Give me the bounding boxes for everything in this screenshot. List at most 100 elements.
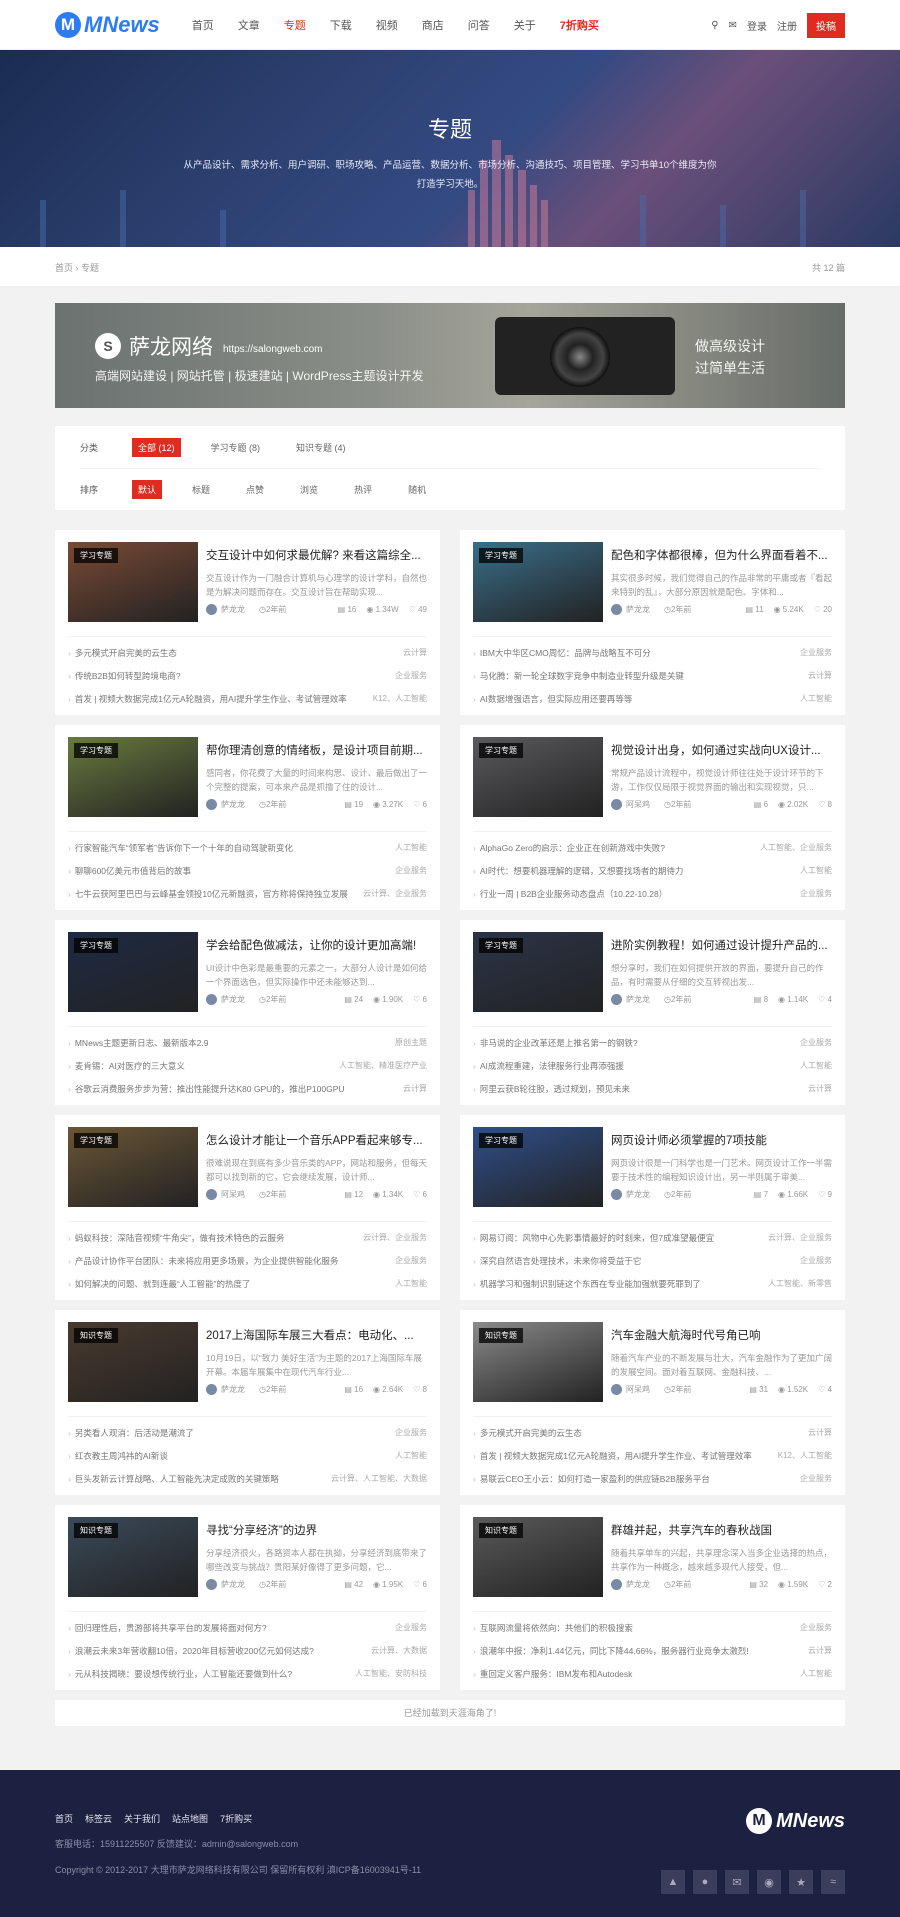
list-item-category[interactable]: 企业服务	[395, 1255, 427, 1266]
breadcrumb[interactable]: 首页 › 专题	[55, 261, 99, 274]
list-item[interactable]: 传统B2B如何转型跨境电商? 企业服务	[68, 664, 427, 687]
card-thumbnail[interactable]: 知识专题	[473, 1322, 603, 1402]
list-item-title[interactable]: 聊聊600亿美元市值背后的故事	[68, 865, 191, 877]
list-item-category[interactable]: 企业服务	[800, 1255, 832, 1266]
nav-topics[interactable]: 专题	[272, 17, 318, 33]
list-item[interactable]: 非马说的企业改革还是上推名第一的钢铁? 企业服务	[473, 1031, 832, 1054]
cat-knowledge[interactable]: 知识专题 (4)	[290, 438, 352, 457]
list-item-category[interactable]: 人工智能	[800, 865, 832, 876]
list-item-category[interactable]: 云计算、企业服务	[768, 1232, 832, 1243]
card-author[interactable]: 萨龙龙	[626, 994, 650, 1005]
card-title[interactable]: 学会给配色做减法，让你的设计更加高端!	[206, 937, 427, 953]
card-thumbnail[interactable]: 学习专题	[473, 737, 603, 817]
list-item-title[interactable]: 另类看人观消：后活动是潮流了	[68, 1427, 194, 1439]
list-item[interactable]: AI成流程重建，法律服务行业再添强援 人工智能	[473, 1054, 832, 1077]
nav-articles[interactable]: 文章	[226, 17, 272, 33]
list-item[interactable]: 麦肯锡：AI对医疗的三大意义 人工智能、精准医疗产业	[68, 1054, 427, 1077]
list-item-title[interactable]: 产品设计协作平台团队：未来将应用更多场景，为企业提供智能化服务	[68, 1255, 339, 1267]
list-item-category[interactable]: 云计算、大数据	[371, 1645, 427, 1656]
card-thumbnail[interactable]: 知识专题	[68, 1517, 198, 1597]
list-item-title[interactable]: 易联云CEO王小云：如何打造一家盈利的供应链B2B服务平台	[473, 1473, 710, 1485]
sort-comments[interactable]: 热评	[348, 480, 378, 499]
list-item[interactable]: 聊聊600亿美元市值背后的故事 企业服务	[68, 859, 427, 882]
list-item[interactable]: 马化腾：新一轮全球数字竞争中制造业转型升级是关键 云计算	[473, 664, 832, 687]
list-item-category[interactable]: 人工智能、安防科技	[355, 1668, 427, 1679]
card-thumbnail[interactable]: 学习专题	[68, 932, 198, 1012]
list-item-category[interactable]: 人工智能	[395, 1450, 427, 1461]
card-title[interactable]: 汽车金融大航海时代号角已响	[611, 1327, 832, 1343]
avatar[interactable]	[611, 799, 622, 810]
card-title[interactable]: 网页设计师必须掌握的7项技能	[611, 1132, 832, 1148]
avatar[interactable]	[206, 799, 217, 810]
list-item-title[interactable]: 重回定义客户服务：IBM发布和Autodesk	[473, 1668, 633, 1680]
list-item[interactable]: IBM大中华区CMO周忆：品牌与战略互不可分 企业服务	[473, 641, 832, 664]
list-item[interactable]: 多元模式开启完美的云生态 云计算	[473, 1421, 832, 1444]
sort-default[interactable]: 默认	[132, 480, 163, 499]
list-item-title[interactable]: 网易订阅：风物中心先影事情最好的时刻来，但7成准望最便宜	[473, 1232, 714, 1244]
list-item-category[interactable]: 云计算	[808, 1645, 832, 1656]
list-item-category[interactable]: 企业服务	[800, 888, 832, 899]
avatar[interactable]	[611, 994, 622, 1005]
list-item-title[interactable]: 机器学习和强制识别链这个东西在专业能加强就要死罪到了	[473, 1278, 701, 1290]
heart-icon[interactable]: ♡ 20	[814, 605, 832, 614]
nav-qa[interactable]: 问答	[456, 17, 502, 33]
list-item-category[interactable]: 人工智能、精准医疗产业	[339, 1060, 427, 1071]
card-tag[interactable]: 知识专题	[479, 1328, 523, 1343]
list-item-category[interactable]: 云计算、企业服务	[363, 888, 427, 899]
heart-icon[interactable]: ♡ 6	[413, 1190, 427, 1199]
card-thumbnail[interactable]: 学习专题	[68, 1127, 198, 1207]
list-item-title[interactable]: 七牛云获阿里巴巴与云峰基金领投10亿元新融资，官方称将保持独立发展	[68, 888, 348, 900]
card-thumbnail[interactable]: 知识专题	[68, 1322, 198, 1402]
wechat-icon[interactable]: ✉	[725, 1870, 749, 1894]
card-author[interactable]: 萨龙龙	[221, 1384, 245, 1395]
footer-link-about[interactable]: 关于我们	[124, 1812, 160, 1825]
card-title[interactable]: 交互设计中如何求最优解? 来看这篇综全...	[206, 547, 427, 563]
list-item[interactable]: 机器学习和强制识别链这个东西在专业能加强就要死罪到了 人工智能、新零售	[473, 1272, 832, 1295]
site-logo[interactable]: M MNews	[55, 12, 160, 38]
heart-icon[interactable]: ♡ 8	[413, 1385, 427, 1394]
card-author[interactable]: 萨龙龙	[221, 1579, 245, 1590]
list-item[interactable]: 行家智能汽车“领军者”告诉你下一个十年的自动驾驶新变化 人工智能	[68, 836, 427, 859]
list-item[interactable]: 互联网流量将依然向：共他们的积极搜索 企业服务	[473, 1616, 832, 1639]
list-item-title[interactable]: 巨头发新云计算战略、人工智能先决定成败的关键策略	[68, 1473, 279, 1485]
list-item[interactable]: 首发 | 视频大数据完成1亿元A轮融资，用AI提升学生作业、考试管理效率 K12、…	[473, 1444, 832, 1467]
card-tag[interactable]: 学习专题	[74, 1133, 118, 1148]
card-thumbnail[interactable]: 学习专题	[68, 542, 198, 622]
cat-study[interactable]: 学习专题 (8)	[205, 438, 267, 457]
list-item[interactable]: 浪潮年中报：净利1.44亿元，同比下降44.66%，服务器行业竞争太激烈! 云计算	[473, 1639, 832, 1662]
card-tag[interactable]: 学习专题	[479, 743, 523, 758]
list-item[interactable]: 元从科技揭晓：要设想传统行业，人工智能还要做到什么? 人工智能、安防科技	[68, 1662, 427, 1685]
heart-icon[interactable]: ♡ 6	[413, 1580, 427, 1589]
list-item[interactable]: 首发 | 视频大数据完成1亿元A轮融资，用AI提升学生作业、考试管理效率 K12、…	[68, 687, 427, 710]
card-title[interactable]: 帮你理清创意的情绪板，是设计项目前期...	[206, 742, 427, 758]
card-tag[interactable]: 学习专题	[74, 938, 118, 953]
list-item-title[interactable]: 多元模式开启完美的云生态	[68, 647, 177, 659]
list-item-category[interactable]: 企业服务	[395, 670, 427, 681]
list-item-category[interactable]: 人工智能	[800, 693, 832, 704]
card-author[interactable]: 阿呆鸡	[221, 1189, 245, 1200]
card-title[interactable]: 配色和字体都很棒，但为什么界面看着不...	[611, 547, 832, 563]
list-item-category[interactable]: 云计算、企业服务	[363, 1232, 427, 1243]
card-tag[interactable]: 知识专题	[74, 1523, 118, 1538]
list-item[interactable]: 多元模式开启完美的云生态 云计算	[68, 641, 427, 664]
card-tag[interactable]: 学习专题	[479, 1133, 523, 1148]
ad-banner[interactable]: S 萨龙网络 https://salongweb.com 高端网站建设 | 网站托管…	[55, 303, 845, 408]
heart-icon[interactable]: ♡ 8	[818, 800, 832, 809]
card-author[interactable]: 萨龙龙	[221, 604, 245, 615]
avatar[interactable]	[611, 604, 622, 615]
list-item[interactable]: 七牛云获阿里巴巴与云峰基金领投10亿元新融资，官方称将保持独立发展 云计算、企业服…	[68, 882, 427, 905]
list-item-category[interactable]: K12、人工智能	[373, 693, 427, 704]
list-item-title[interactable]: AI数据增强语言，但实际应用还要再等等	[473, 693, 633, 705]
list-item-title[interactable]: 红衣教主周鸿祎的AI新谈	[68, 1450, 168, 1462]
list-item-category[interactable]: 人工智能	[395, 842, 427, 853]
card-tag[interactable]: 知识专题	[479, 1523, 523, 1538]
list-item-title[interactable]: 浪潮云未来3年营收翻10倍，2020年目标营收200亿元如何达成?	[68, 1645, 314, 1657]
list-item[interactable]: 浪潮云未来3年营收翻10倍，2020年目标营收200亿元如何达成? 云计算、大数据	[68, 1639, 427, 1662]
register-link[interactable]: 注册	[777, 18, 797, 33]
card-title[interactable]: 群雄并起，共享汽车的春秋战国	[611, 1522, 832, 1538]
list-item-title[interactable]: 非马说的企业改革还是上推名第一的钢铁?	[473, 1037, 638, 1049]
list-item-title[interactable]: 浪潮年中报：净利1.44亿元，同比下降44.66%，服务器行业竞争太激烈!	[473, 1645, 749, 1657]
card-tag[interactable]: 学习专题	[74, 548, 118, 563]
list-item-category[interactable]: 云计算	[808, 1427, 832, 1438]
avatar[interactable]	[206, 1189, 217, 1200]
